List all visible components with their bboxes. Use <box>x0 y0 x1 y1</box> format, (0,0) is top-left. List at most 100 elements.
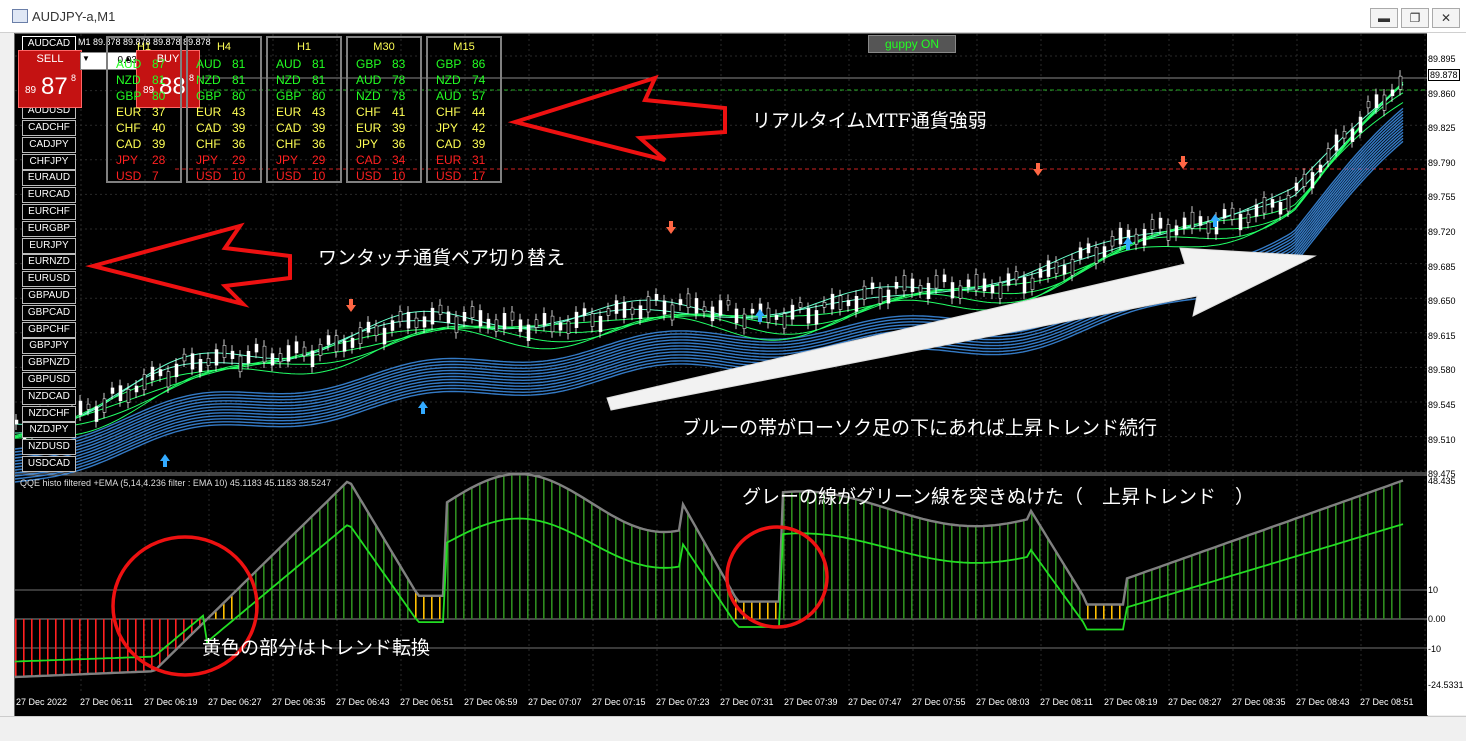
candle-body <box>1303 174 1306 186</box>
mtf-value: 17 <box>472 169 485 183</box>
candle-body <box>359 328 362 344</box>
candle-body <box>535 320 538 328</box>
symbol-button-gbpchf[interactable]: GBPCHF <box>22 322 76 338</box>
candle-body <box>367 322 370 332</box>
symbol-button-gbpaud[interactable]: GBPAUD <box>22 288 76 304</box>
qqe-histogram-bar <box>487 481 489 619</box>
qqe-histogram-bar <box>1143 573 1145 619</box>
candle-body <box>151 367 154 380</box>
candle-body <box>1167 224 1170 240</box>
candle-body <box>1295 183 1298 191</box>
qqe-histogram-bar <box>591 503 593 619</box>
candle-body <box>495 320 498 331</box>
candle-body <box>687 294 690 308</box>
candle-body <box>167 372 170 387</box>
candle-body <box>327 336 330 345</box>
price-tick-label: 89.825 <box>1428 123 1456 133</box>
qqe-histogram-bar <box>1159 567 1161 619</box>
qqe-histogram-bar <box>775 602 777 619</box>
candle-body <box>663 301 666 314</box>
candle-body <box>79 401 82 415</box>
symbol-button-gbpcad[interactable]: GBPCAD <box>22 305 76 321</box>
annotation-blue-band: ブルーの帯がローソク足の下にあれば上昇トレンド続行 <box>682 413 1157 440</box>
mtf-value: 44 <box>472 105 485 119</box>
symbol-button-eurnzd[interactable]: EURNZD <box>22 254 76 270</box>
qqe-histogram-bar <box>535 476 537 619</box>
candle-body <box>1383 95 1386 110</box>
symbol-button-euraud[interactable]: EURAUD <box>22 170 76 186</box>
candle-body <box>143 374 146 389</box>
mtf-value: 39 <box>232 121 245 135</box>
candle-body <box>951 282 954 298</box>
candle-body <box>847 300 850 305</box>
qqe-histogram-bar <box>623 521 625 619</box>
qqe-histogram-bar <box>151 619 153 671</box>
symbol-button-gbpusd[interactable]: GBPUSD <box>22 372 76 388</box>
symbol-button-gbpjpy[interactable]: GBPJPY <box>22 338 76 354</box>
qqe-histogram-bar <box>903 513 905 619</box>
qqe-histogram-bar <box>375 524 377 619</box>
close-button[interactable]: ✕ <box>1432 8 1460 28</box>
symbol-button-cadjpy[interactable]: CADJPY <box>22 137 76 153</box>
sell-button[interactable]: SELL 89 87 8 <box>18 50 82 108</box>
symbol-button-nzdusd[interactable]: NZDUSD <box>22 439 76 455</box>
candle-body <box>999 282 1002 298</box>
lot-dropdown-icon[interactable]: ▼ <box>82 54 90 63</box>
mtf-value: 31 <box>472 153 485 167</box>
qqe-histogram-bar <box>343 486 345 619</box>
candle-body <box>1143 229 1146 245</box>
candle-body <box>95 407 98 422</box>
qqe-histogram-bar <box>175 619 177 651</box>
candle-body <box>1255 205 1258 217</box>
symbol-button-nzdjpy[interactable]: NZDJPY <box>22 422 76 438</box>
candle-body <box>1231 208 1234 219</box>
annotation-onetouch: ワンタッチ通貨ペア切り替え <box>318 243 565 270</box>
candle-body <box>791 305 794 319</box>
symbol-button-nzdchf[interactable]: NZDCHF <box>22 406 76 422</box>
symbol-button-cadchf[interactable]: CADCHF <box>22 120 76 136</box>
candle-body <box>911 279 914 292</box>
qqe-histogram-bar <box>543 478 545 619</box>
time-tick-label: 27 Dec 08:19 <box>1104 697 1158 707</box>
qqe-histogram-bar <box>1399 482 1401 619</box>
mtf-currency: USD <box>356 169 381 183</box>
symbol-button-gbpnzd[interactable]: GBPNZD <box>22 355 76 371</box>
qqe-histogram-bar <box>159 619 161 666</box>
qqe-histogram-bar <box>951 525 953 619</box>
guppy-toggle-button[interactable]: guppy ON <box>868 35 956 53</box>
mtf-value: 34 <box>392 153 405 167</box>
symbol-button-eurchf[interactable]: EURCHF <box>22 204 76 220</box>
qqe-histogram-bar <box>999 525 1001 619</box>
candle-body <box>871 283 874 289</box>
candle-body <box>239 356 242 372</box>
qqe-histogram-bar <box>831 494 833 619</box>
qqe-histogram-bar <box>663 532 665 619</box>
qqe-histogram-bar <box>687 512 689 619</box>
candle-body <box>407 312 410 328</box>
candle-body <box>735 309 738 323</box>
candle-body <box>111 388 114 394</box>
symbol-button-nzdcad[interactable]: NZDCAD <box>22 389 76 405</box>
qqe-histogram-bar <box>279 549 281 619</box>
symbol-button-eurcad[interactable]: EURCAD <box>22 187 76 203</box>
qqe-histogram-bar <box>1111 605 1113 620</box>
qqe-histogram-bar <box>103 619 105 673</box>
mtf-currency: GBP <box>116 89 141 103</box>
symbol-button-eurusd[interactable]: EURUSD <box>22 271 76 287</box>
qqe-histogram-bar <box>927 520 929 619</box>
candle-body <box>15 420 18 424</box>
minimize-button[interactable]: ▬ <box>1370 8 1398 28</box>
qqe-histogram-bar <box>47 619 49 676</box>
mtf-currency: NZD <box>436 73 461 87</box>
symbol-button-chfjpy[interactable]: CHFJPY <box>22 154 76 170</box>
candle-body <box>855 296 858 311</box>
mtf-currency: USD <box>436 169 461 183</box>
candle-body <box>199 359 202 372</box>
symbol-button-eurgbp[interactable]: EURGBP <box>22 221 76 237</box>
candle-body <box>599 316 602 331</box>
symbol-button-eurjpy[interactable]: EURJPY <box>22 238 76 254</box>
symbol-button-usdcad[interactable]: USDCAD <box>22 456 76 472</box>
candle-body <box>335 336 338 352</box>
mtf-currency: JPY <box>196 153 218 167</box>
maximize-button[interactable]: ❐ <box>1401 8 1429 28</box>
